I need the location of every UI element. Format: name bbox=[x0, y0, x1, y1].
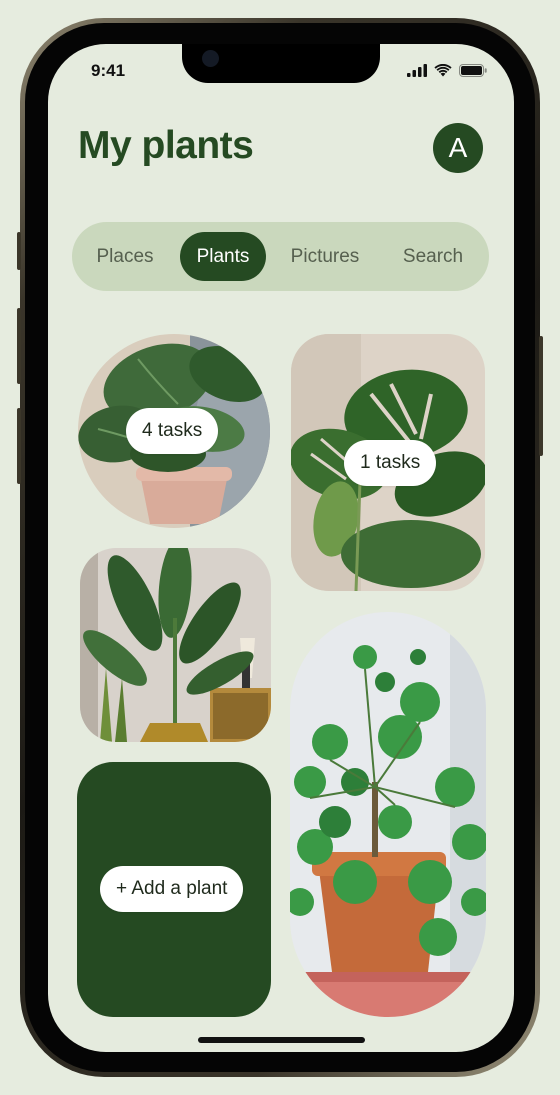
plant-card-bird-of-paradise[interactable] bbox=[80, 548, 271, 742]
side-button-silent bbox=[17, 232, 21, 270]
plant-card-monstera[interactable]: 1 tasks bbox=[291, 334, 485, 591]
tab-places[interactable]: Places bbox=[80, 232, 170, 281]
avatar[interactable]: A bbox=[433, 123, 483, 173]
pilea-image bbox=[290, 612, 486, 1017]
page-title: My plants bbox=[78, 124, 254, 167]
signal-icon bbox=[407, 64, 427, 77]
segmented-tab-bar: Places Plants Pictures Search bbox=[72, 222, 489, 291]
bird-of-paradise-image bbox=[80, 548, 271, 742]
wifi-icon bbox=[434, 64, 452, 77]
tab-pictures[interactable]: Pictures bbox=[278, 232, 372, 281]
task-badge[interactable]: 1 tasks bbox=[344, 440, 437, 486]
battery-icon bbox=[459, 64, 487, 77]
status-icons bbox=[407, 64, 487, 77]
plant-card-pilea[interactable] bbox=[290, 612, 486, 1017]
notch bbox=[182, 44, 380, 83]
task-badge[interactable]: 4 tasks bbox=[126, 408, 219, 454]
camera bbox=[202, 50, 219, 67]
side-button-volume-up bbox=[17, 308, 21, 384]
side-button-volume-down bbox=[17, 408, 21, 484]
status-time: 9:41 bbox=[91, 61, 126, 80]
tab-plants[interactable]: Plants bbox=[180, 232, 266, 281]
home-indicator bbox=[198, 1037, 365, 1043]
phone-screen: 9:41 My plants A Places Plants Pictures … bbox=[48, 44, 514, 1052]
add-plant-card[interactable]: + Add a plant bbox=[77, 762, 271, 1017]
add-plant-button[interactable]: + Add a plant bbox=[100, 866, 244, 912]
tab-search[interactable]: Search bbox=[388, 232, 478, 281]
side-button-power bbox=[539, 336, 543, 456]
plant-card-fiddle-leaf-fig[interactable]: 4 tasks bbox=[78, 334, 270, 528]
